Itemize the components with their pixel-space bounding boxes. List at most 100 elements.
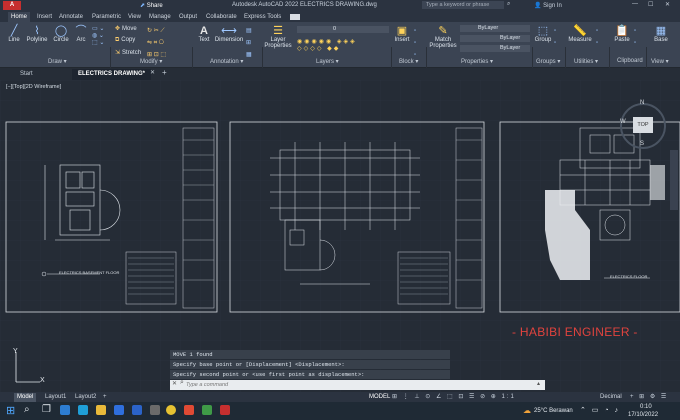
file-explorer-icon[interactable] [96, 405, 106, 415]
view-group-label[interactable]: View ▾ [651, 58, 669, 65]
model-space-toggle[interactable]: MODEL [366, 393, 393, 402]
base-view-tool[interactable]: ▦ Base [652, 25, 670, 43]
groups-group-label[interactable]: Groups ▾ [536, 58, 560, 65]
command-search-icon[interactable]: ⌕ [180, 379, 184, 387]
store-icon[interactable] [114, 405, 124, 415]
block-extra-icons[interactable]: ▫ ▫ ▫ [414, 25, 416, 61]
new-tab-button[interactable]: + [162, 68, 167, 77]
viewcube-top-face[interactable]: TOP [633, 117, 653, 133]
sign-in-button[interactable]: 👤 Sign In [534, 2, 562, 9]
command-expand-icon[interactable]: ▴ [537, 380, 540, 387]
layer-dropdown[interactable]: 0 [297, 26, 389, 33]
drafting-toggles[interactable]: ⊞ ⋮ ⊥ ⊙ ∠ ⬚ ⊡ ☰ ⊘ ⊕ 1:1 [392, 393, 516, 400]
tab-output[interactable]: Output [176, 12, 200, 22]
excel-icon[interactable] [202, 405, 212, 415]
annotation-extra-icons[interactable]: ▤ ⊞ ▦ [246, 25, 252, 61]
autocad-logo-icon[interactable]: A [3, 1, 21, 10]
autocad-taskbar-icon[interactable] [220, 405, 230, 415]
tab-parametric[interactable]: Parametric [89, 12, 124, 22]
modify-extra-icons[interactable]: ↻ ✂ ⟋ ⇋ ⌗ ⎔ ⊞ ⊡ ⬚ [147, 25, 166, 61]
app-icon-6[interactable] [150, 405, 160, 415]
minimize-button[interactable]: — [632, 1, 638, 7]
circle-tool[interactable]: ◯ Circle [52, 25, 70, 43]
tab-layout1[interactable]: Layout1 [42, 393, 69, 402]
draw-extra-icons[interactable]: ▭ ⌄ ◍ ⌄ ⬚ ⌄ [92, 25, 104, 46]
share-button[interactable]: ⬈ Share [140, 2, 163, 9]
layers-group-label[interactable]: Layers ▾ [316, 58, 339, 65]
match-properties-tool[interactable]: ✎ Match Properties [428, 25, 458, 49]
tab-insert[interactable]: Insert [34, 12, 55, 22]
copy-tool[interactable]: ⧉ Copy [115, 37, 135, 44]
taskbar-search-icon[interactable]: ⌕ [24, 404, 30, 415]
weather-text[interactable]: 25°C Berawan [534, 408, 573, 414]
viewcube[interactable]: TOP W S [620, 103, 666, 149]
tab-annotate[interactable]: Annotate [56, 12, 86, 22]
chrome-icon[interactable] [166, 405, 176, 415]
system-tray-icons[interactable]: ⌃ ▭ ◔ ♪ [580, 406, 620, 414]
weather-icon[interactable]: ☁ [523, 406, 531, 415]
utilities-group-label[interactable]: Utilities ▾ [574, 58, 598, 65]
maximize-button[interactable]: ☐ [648, 1, 653, 8]
edge-icon[interactable] [78, 405, 88, 415]
layer-properties-tool[interactable]: ☰ Layer Properties [264, 25, 292, 49]
viewcube-south[interactable]: S [640, 141, 644, 147]
line-tool[interactable]: ╱ Line [7, 25, 21, 43]
tab-express-tools[interactable]: Express Tools [241, 12, 284, 22]
utilities-extra-icons[interactable]: ▫ ▫ [596, 25, 598, 49]
modify-group-label[interactable]: Modify ▾ [140, 58, 162, 65]
layer-tool-icons[interactable]: ◉◉◉◉◉ ◈◈◈ ◇◇◇◇ ◆◆ [297, 38, 357, 52]
word-icon[interactable] [132, 405, 142, 415]
windows-start-icon[interactable]: ⊞ [6, 404, 15, 417]
sheet-title-1-label: ELECTRICS BASEMENT FLOOR [59, 270, 120, 275]
widgets-icon[interactable] [60, 405, 70, 415]
close-tab-icon[interactable]: ✕ [150, 69, 155, 76]
units-dropdown[interactable]: Decimal [597, 393, 625, 402]
polyline-tool[interactable]: ⌇ Polyline [25, 25, 49, 43]
linetype-dropdown[interactable]: ByLayer [460, 45, 530, 52]
viewcube-north[interactable]: N [640, 100, 644, 106]
tab-layout2[interactable]: Layout2 [72, 393, 99, 402]
block-group-label[interactable]: Block ▾ [399, 58, 418, 65]
groups-extra-icons[interactable]: ▫ ▫ [554, 25, 556, 49]
circle-label: Circle [53, 37, 69, 43]
lineweight-dropdown[interactable]: ByLayer [460, 35, 530, 42]
tab-model[interactable]: Model [14, 393, 37, 402]
clipboard-extra-icons[interactable]: ▫ ▫ [634, 25, 636, 49]
status-extra-icons[interactable]: + ⊞ ⚙ ☰ [630, 393, 668, 400]
measure-tool[interactable]: 📏 Measure [568, 25, 592, 43]
task-view-icon[interactable]: ❐ [42, 404, 51, 415]
command-close-icon[interactable]: ✕ [172, 380, 177, 387]
clipboard-group-label[interactable]: Clipboard [617, 58, 643, 64]
group-tool[interactable]: ⬚ Group [534, 25, 552, 43]
app-icon-8[interactable] [184, 405, 194, 415]
navigation-bar[interactable] [670, 150, 678, 210]
tab-start[interactable]: Start [14, 69, 39, 80]
viewport-label[interactable]: [−][Top][2D Wireframe] [6, 84, 61, 90]
close-button[interactable]: ✕ [665, 1, 670, 8]
search-input[interactable]: Type a keyword or phrase [422, 1, 504, 9]
insert-tool[interactable]: ▣ Insert [393, 25, 411, 43]
annotation-group-label[interactable]: Annotation ▾ [210, 58, 243, 65]
viewcube-west[interactable]: W [620, 119, 626, 125]
dimension-tool[interactable]: ⟷ Dimension [214, 25, 244, 43]
clock-date[interactable]: 17/10/2022 [628, 412, 658, 418]
tab-electrics-drawing[interactable]: ELECTRICS DRAWING* [72, 69, 152, 80]
stretch-tool[interactable]: ⇲ Stretch [115, 49, 141, 56]
tab-manage[interactable]: Manage [146, 12, 174, 22]
properties-group-label[interactable]: Properties ▾ [461, 58, 493, 65]
move-tool[interactable]: ✥ Move [115, 25, 137, 32]
add-layout-button[interactable]: + [100, 393, 110, 402]
search-icon[interactable]: ⌕ [507, 1, 510, 8]
tab-collaborate[interactable]: Collaborate [203, 12, 240, 22]
color-dropdown[interactable]: ByLayer [460, 25, 530, 32]
command-input[interactable]: Type a command [170, 380, 545, 390]
paste-tool[interactable]: 📋 Paste [612, 25, 632, 43]
arc-tool[interactable]: ⌒ Arc [74, 25, 88, 43]
clock-time[interactable]: 0:10 [640, 404, 652, 410]
draw-group-label[interactable]: Draw ▾ [48, 58, 67, 65]
tab-home[interactable]: Home [8, 12, 31, 22]
drawing-canvas[interactable] [0, 80, 680, 392]
ribbon-toggle-button[interactable] [290, 14, 300, 20]
text-tool[interactable]: A Text [196, 25, 212, 43]
tab-view[interactable]: View [125, 12, 144, 22]
